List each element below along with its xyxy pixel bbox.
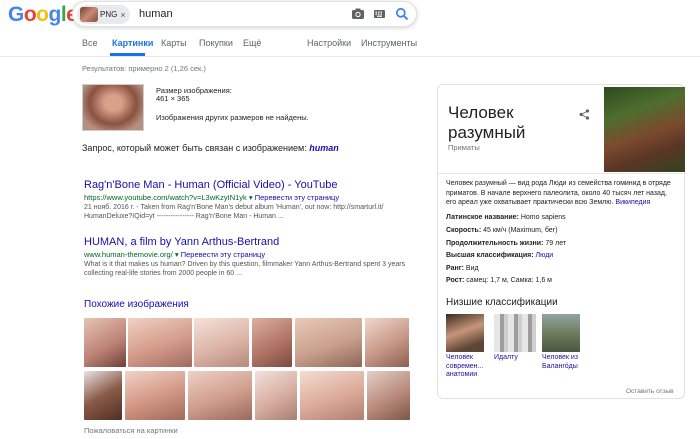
result-snippet: HumanDeluxe?IQid=yt ---------------- Rag…	[84, 213, 284, 220]
related-query: Запрос, который может быть связан с изоб…	[82, 143, 339, 153]
kp-fact-row: Ранг: Вид	[446, 265, 479, 272]
kp-fact-row: Высшая классификация: Люди	[446, 252, 553, 259]
fact-value: 79 лет	[545, 240, 567, 247]
kp-lower-caption[interactable]: Человек из Баланго́ды	[542, 354, 586, 371]
keyboard-icon[interactable]	[374, 10, 385, 18]
search-result: Rag'n'Bone Man - Human (Official Video) …	[84, 179, 424, 221]
chip-thumbnail	[80, 7, 98, 22]
similar-image[interactable]	[84, 371, 122, 420]
similar-image[interactable]	[295, 318, 362, 367]
kp-fact-row: Рост: самец: 1,7 м, Самка: 1,6 м	[446, 277, 552, 284]
fact-label: Скорость:	[446, 227, 482, 234]
similar-image[interactable]	[125, 371, 185, 420]
tab-settings[interactable]: Настройки	[307, 38, 351, 48]
caption-line: Идалту	[494, 354, 518, 361]
camera-icon[interactable]	[351, 7, 365, 21]
similar-image[interactable]	[84, 318, 126, 367]
no-other-sizes-text: Изображения других размеров не найдены.	[156, 113, 309, 122]
similar-images-header[interactable]: Похожие изображения	[84, 299, 189, 310]
related-query-link[interactable]: human	[309, 143, 339, 153]
kp-lower-caption[interactable]: Идалту	[494, 354, 538, 363]
fact-value-link[interactable]: Люди	[536, 252, 554, 259]
tab-tools[interactable]: Инструменты	[361, 38, 417, 48]
kp-title: Человек разумный	[448, 103, 526, 142]
kp-fact-row: Скорость: 45 км/ч (Maximum, бег)	[446, 227, 558, 234]
result-title[interactable]: HUMAN, a film by Yann Arthus-Bertrand	[84, 236, 424, 248]
result-url: https://www.youtube.com/watch?v=L3wKzyIN…	[84, 193, 247, 202]
fact-label: Продолжительность жизни:	[446, 240, 544, 247]
chip-close-icon[interactable]: ×	[120, 10, 125, 20]
kp-divider	[438, 173, 686, 174]
kp-fact-row: Латинское название: Homo sapiens	[446, 214, 566, 221]
result-stats: Результатов: примерно 2 (1,26 сек.)	[82, 64, 206, 73]
share-icon[interactable]	[579, 109, 590, 120]
similar-image[interactable]	[252, 318, 292, 367]
tab-more[interactable]: Ещё	[243, 38, 261, 48]
result-snippet: 21 нояб. 2016 г. - Taken from Rag'n'Bone…	[84, 204, 384, 211]
search-result: HUMAN, a film by Yann Arthus-Bertrand ww…	[84, 236, 424, 278]
wikipedia-link[interactable]: Википедия	[615, 199, 650, 206]
fact-label: Латинское название:	[446, 214, 519, 221]
similar-image[interactable]	[300, 371, 364, 420]
similar-image[interactable]	[128, 318, 192, 367]
tab-maps[interactable]: Карты	[161, 38, 187, 48]
kp-subtitle: Приматы	[448, 143, 480, 152]
kp-main-image[interactable]	[604, 87, 685, 172]
result-snippet: What is it that makes us human? Driven b…	[84, 261, 406, 268]
fact-value: Homo sapiens	[520, 214, 566, 221]
translate-link[interactable]: Перевести эту страницу	[181, 250, 265, 259]
report-images-link[interactable]: Пожаловаться на картинки	[84, 426, 178, 435]
nav-divider	[0, 56, 700, 57]
related-query-prefix: Запрос, который может быть связан с изоб…	[82, 143, 307, 153]
kp-lower-caption[interactable]: Человек современ... анатомии	[446, 354, 490, 380]
caption-line: анатомии	[446, 371, 478, 378]
caption-line: Человек из	[542, 354, 579, 361]
image-size-value: 461 × 365	[156, 94, 190, 103]
result-url-line: www.human-themovie.org/ ▾ Перевести эту …	[84, 250, 266, 259]
result-snippet: collecting real-life stories from 2000 p…	[84, 270, 242, 277]
kp-description: Человек разумный — вид рода Люди из семе…	[446, 179, 678, 208]
similar-image[interactable]	[194, 318, 249, 367]
caption-line: Человек	[446, 354, 473, 361]
fact-value: 45 км/ч (Maximum, бег)	[483, 227, 558, 234]
fact-label: Рост:	[446, 277, 465, 284]
similar-image[interactable]	[255, 371, 297, 420]
logo-letter: G	[8, 3, 24, 26]
similar-image[interactable]	[188, 371, 252, 420]
fact-value: Вид	[465, 265, 479, 272]
logo-letter: o	[36, 3, 49, 26]
feedback-link[interactable]: Оставить отзыв	[626, 388, 674, 395]
result-url-line: https://www.youtube.com/watch?v=L3wKzyIN…	[84, 193, 340, 202]
similar-image[interactable]	[365, 318, 409, 367]
query-image-thumbnail[interactable]	[82, 84, 144, 131]
chip-label: PNG	[100, 10, 118, 19]
fact-label: Ранг:	[446, 265, 464, 272]
image-chip[interactable]: PNG ×	[77, 5, 130, 24]
kp-lower-thumb[interactable]	[446, 314, 484, 352]
search-input[interactable]: human	[139, 8, 173, 20]
translate-link[interactable]: Перевести эту страницу	[255, 193, 339, 202]
logo-letter: o	[23, 3, 37, 26]
kp-lower-classifications-header: Низшие классификации	[446, 297, 558, 308]
result-title[interactable]: Rag'n'Bone Man - Human (Official Video) …	[84, 179, 424, 191]
kp-fact-row: Продолжительность жизни: 79 лет	[446, 240, 566, 247]
similar-image[interactable]	[367, 371, 410, 420]
kp-lower-thumb[interactable]	[494, 314, 536, 352]
kp-lower-thumb[interactable]	[542, 314, 580, 352]
search-box[interactable]: PNG × human	[72, 1, 417, 27]
result-url: www.human-themovie.org/	[84, 250, 173, 259]
caption-line: современ...	[446, 362, 484, 370]
caption-line: Баланго́ды	[542, 362, 578, 370]
google-logo[interactable]: Google	[8, 3, 78, 27]
tab-shopping[interactable]: Покупки	[199, 38, 233, 48]
tab-all[interactable]: Все	[82, 38, 98, 48]
search-icon[interactable]	[395, 7, 409, 21]
knowledge-panel: Человек разумный Приматы Человек разумны…	[437, 84, 686, 399]
fact-value: самец: 1,7 м, Самка: 1,6 м	[466, 277, 552, 284]
fact-label: Высшая классификация:	[446, 252, 534, 259]
logo-letter: g	[48, 3, 62, 26]
tab-images[interactable]: Картинки	[112, 38, 153, 48]
